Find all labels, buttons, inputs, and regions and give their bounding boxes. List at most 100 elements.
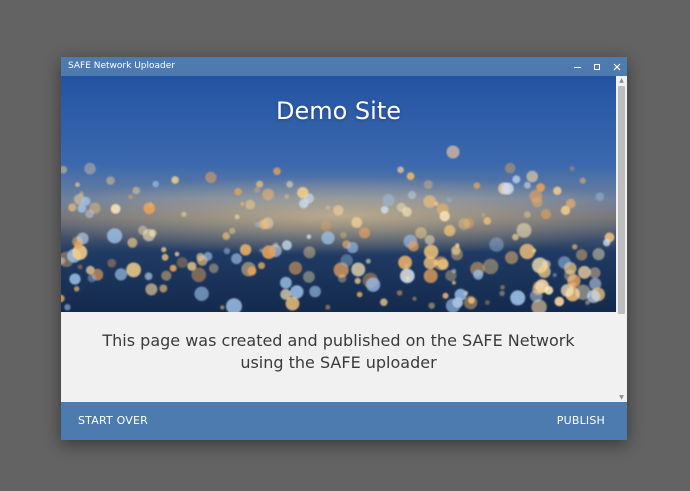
scroll-up-icon[interactable]: ▲: [616, 76, 627, 85]
bokeh-light: [552, 273, 557, 278]
bokeh-light: [231, 253, 242, 265]
bokeh-light: [482, 258, 499, 275]
bokeh-light: [380, 298, 388, 306]
bokeh-light: [239, 244, 252, 256]
bokeh-light: [281, 240, 292, 251]
bokeh-light: [560, 284, 574, 297]
bokeh-light: [74, 240, 83, 249]
bokeh-light: [87, 273, 96, 283]
scroll-down-icon[interactable]: ▼: [616, 393, 627, 402]
bokeh-light: [138, 225, 148, 235]
bokeh-light: [245, 199, 256, 210]
bokeh-light: [77, 264, 83, 270]
bokeh-light: [398, 255, 412, 270]
bokeh-light: [169, 264, 177, 272]
bokeh-light: [107, 258, 117, 268]
bokeh-light: [159, 284, 168, 293]
app-window: SAFE Network Uploader Demo Site This pag…: [61, 57, 627, 440]
bokeh-light: [558, 256, 571, 269]
bokeh-light: [366, 277, 381, 292]
bokeh-light: [171, 176, 179, 184]
bokeh-light: [501, 182, 514, 195]
bokeh-light: [309, 285, 321, 298]
bokeh-light: [473, 182, 481, 189]
bokeh-light: [537, 265, 551, 278]
bokeh-light: [340, 232, 347, 239]
page-content: Demo Site This page was created and publ…: [61, 76, 616, 402]
bokeh-light: [423, 195, 437, 208]
bokeh-light: [592, 248, 605, 261]
bokeh-light: [404, 263, 409, 268]
close-button[interactable]: [607, 57, 627, 76]
bokeh-light: [256, 180, 264, 188]
bokeh-light: [333, 205, 344, 216]
bokeh-light: [412, 296, 417, 301]
bokeh-light: [128, 194, 133, 199]
bokeh-light: [437, 258, 449, 270]
bokeh-light: [579, 177, 586, 184]
vertical-scrollbar[interactable]: ▲ ▼: [616, 76, 627, 402]
bokeh-light: [510, 290, 526, 306]
bokeh-light: [505, 251, 519, 265]
minimize-button[interactable]: [567, 57, 587, 76]
bokeh-light: [406, 172, 415, 180]
bokeh-light: [589, 267, 601, 279]
bokeh-light: [181, 211, 187, 217]
bokeh-light: [458, 218, 471, 230]
bokeh-light: [114, 268, 128, 281]
hero-banner: Demo Site: [61, 76, 616, 312]
bokeh-light: [473, 269, 484, 280]
bokeh-light: [247, 266, 257, 276]
bokeh-light: [468, 297, 475, 304]
bokeh-light: [603, 238, 611, 247]
bokeh-light: [194, 286, 209, 301]
bokeh-light: [340, 254, 353, 267]
bokeh-light: [485, 300, 490, 305]
bokeh-light: [74, 286, 80, 292]
bokeh-light: [299, 198, 309, 209]
hero-title: Demo Site: [275, 97, 401, 125]
bokeh-light: [572, 244, 578, 250]
bokeh-light: [290, 285, 304, 299]
scroll-thumb[interactable]: [618, 86, 625, 314]
bokeh-light: [127, 237, 138, 248]
bokeh-light: [325, 304, 331, 310]
bokeh-light: [358, 227, 371, 239]
maximize-button[interactable]: [587, 57, 607, 76]
bokeh-light: [234, 214, 240, 220]
bokeh-light: [576, 249, 588, 261]
title-bar[interactable]: SAFE Network Uploader: [61, 57, 627, 76]
bokeh-light: [428, 302, 435, 309]
bokeh-light: [553, 186, 562, 195]
bokeh-light: [84, 162, 96, 175]
bokeh-light: [205, 171, 217, 184]
bokeh-light: [161, 247, 167, 253]
bokeh-light: [407, 190, 417, 200]
bokeh-light: [405, 276, 410, 281]
bokeh-light: [288, 261, 303, 275]
bokeh-light: [223, 247, 231, 255]
bokeh-light: [499, 290, 505, 296]
bokeh-light: [560, 205, 571, 215]
bokeh-light: [254, 221, 261, 228]
bokeh-light: [85, 209, 94, 219]
bokeh-light: [320, 220, 332, 231]
bokeh-light: [408, 240, 419, 252]
description-line-1: This page was created and published on t…: [102, 331, 575, 350]
bokeh-light: [338, 274, 347, 283]
bokeh-light: [569, 165, 575, 172]
publish-button[interactable]: PUBLISH: [557, 402, 605, 440]
bokeh-light: [544, 285, 554, 295]
bokeh-light: [446, 197, 452, 203]
bokeh-light: [222, 232, 230, 240]
bokeh-light: [351, 217, 363, 228]
bokeh-light: [451, 280, 456, 285]
bokeh-light: [325, 205, 331, 210]
start-over-button[interactable]: START OVER: [78, 402, 148, 440]
bokeh-light: [187, 261, 197, 271]
bokeh-light: [203, 251, 213, 261]
bokeh-light: [578, 265, 591, 279]
maximize-icon: [594, 63, 600, 70]
bokeh-light: [587, 289, 601, 303]
bokeh-light: [512, 175, 521, 184]
